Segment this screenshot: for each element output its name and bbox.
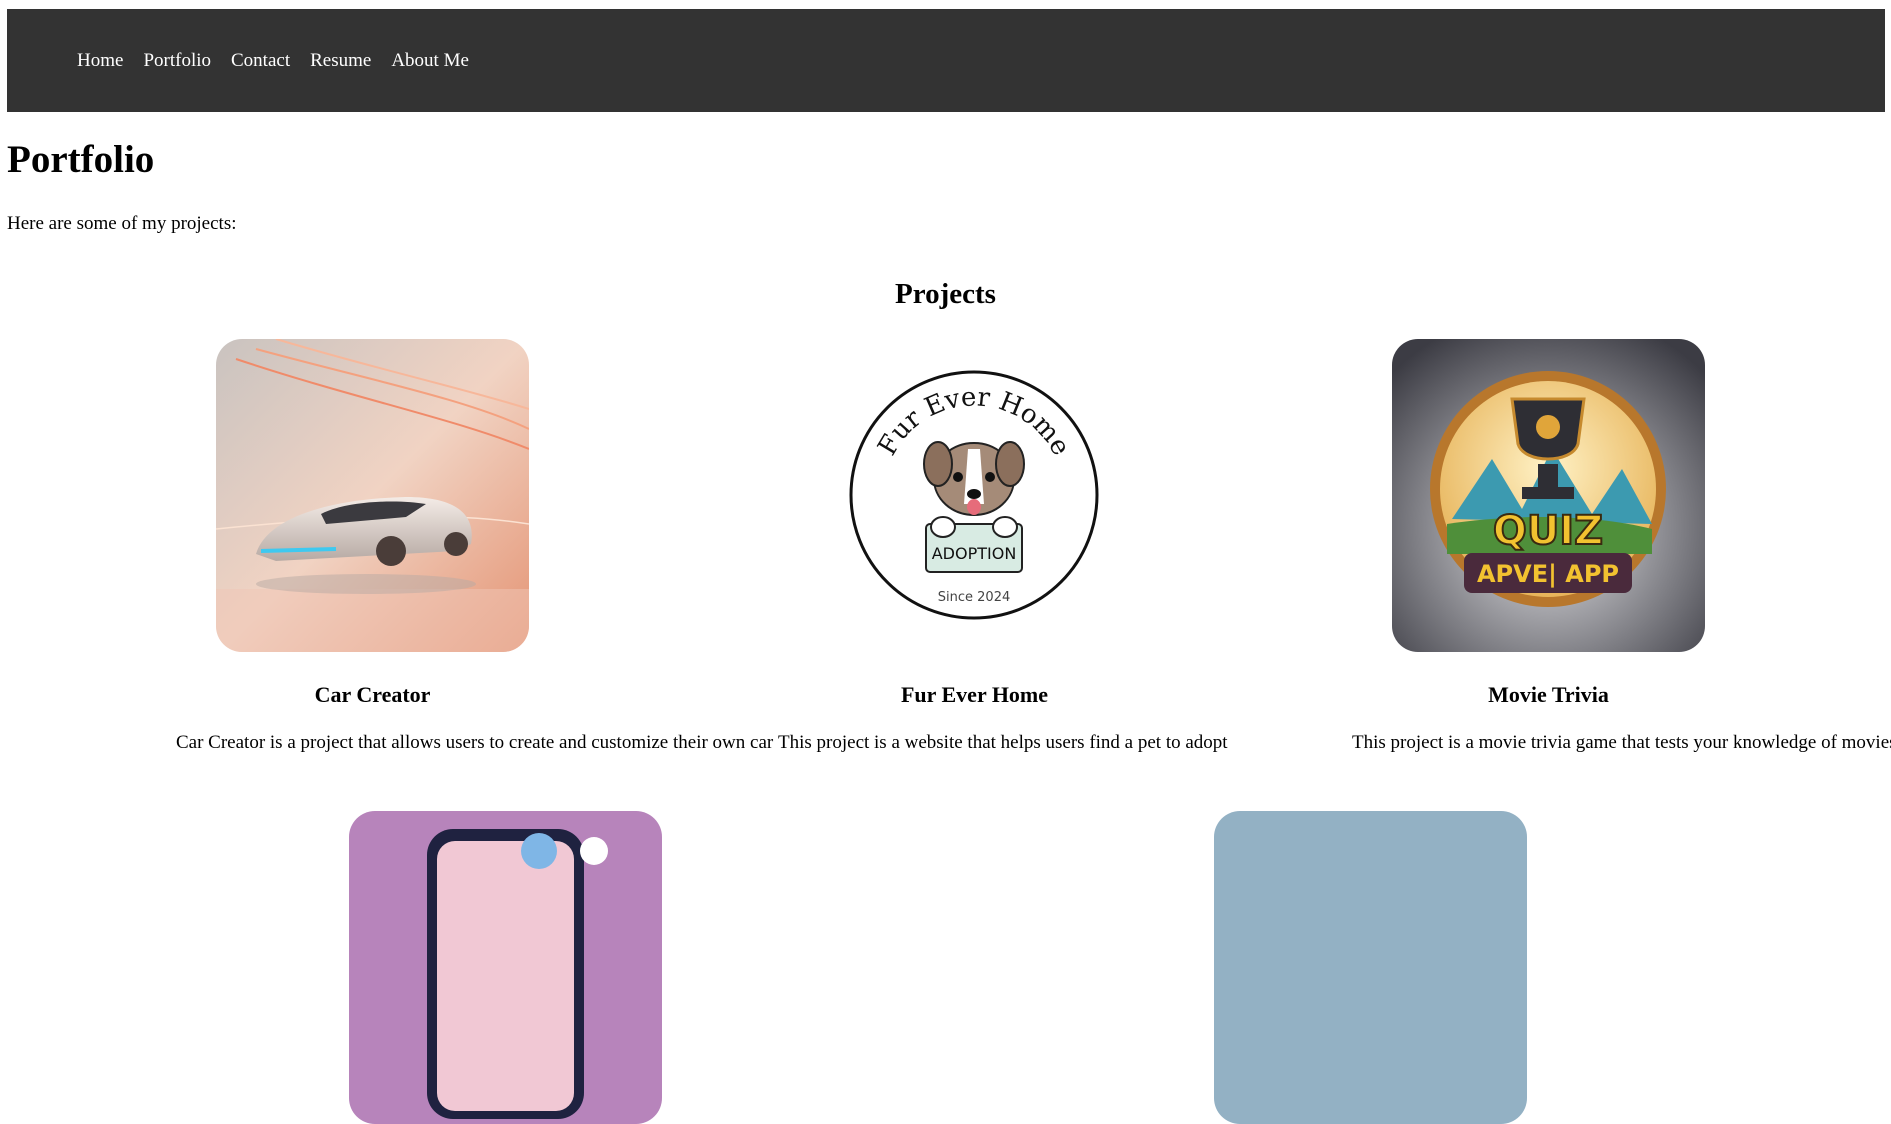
phone-app-image[interactable] xyxy=(349,811,662,1124)
nav-link-about-me[interactable]: About Me xyxy=(391,50,469,72)
nav-link-home[interactable]: Home xyxy=(77,50,123,72)
nav-link-contact[interactable]: Contact xyxy=(231,50,290,72)
project-description: This project is a movie trivia game that… xyxy=(1352,732,1891,753)
project-card-5[interactable] xyxy=(1214,811,1527,1124)
movie-trivia-image[interactable]: QUIZ APVE| APP xyxy=(1392,339,1705,652)
fur-ever-home-logo[interactable]: Fur Ever Home ADOPTION Since 2024 xyxy=(818,339,1131,652)
quiz-logo-text: QUIZ xyxy=(1493,508,1603,554)
project-description: This project is a website that helps use… xyxy=(778,732,1228,753)
project-title: Fur Ever Home xyxy=(900,682,1049,707)
car-creator-image[interactable] xyxy=(216,339,529,652)
project-card-movie-trivia[interactable]: QUIZ APVE| APP Movie Trivia This project… xyxy=(1352,339,1891,779)
project-card-fur-ever-home[interactable]: Fur Ever Home ADOPTION Since 2024 Fur Ev… xyxy=(778,339,1228,779)
project-card-car-creator[interactable]: Car Creator Car Creator is a project tha… xyxy=(176,339,773,779)
project-title: Car Creator xyxy=(314,682,431,707)
navbar: Home Portfolio Contact Resume About Me xyxy=(7,9,1885,112)
nav-link-resume[interactable]: Resume xyxy=(310,50,371,72)
blue-project-image[interactable] xyxy=(1214,811,1527,1124)
project-title: Movie Trivia xyxy=(1488,682,1609,707)
intro-text: Here are some of my projects: xyxy=(7,213,237,234)
logo-since-text: Since 2024 xyxy=(938,590,1010,605)
page-title: Portfolio xyxy=(7,138,155,181)
project-description: Car Creator is a project that allows use… xyxy=(176,732,774,753)
quiz-app-logo-text: APVE| APP xyxy=(1477,560,1619,588)
nav-link-portfolio[interactable]: Portfolio xyxy=(143,50,211,72)
logo-sign-text: ADOPTION xyxy=(932,544,1017,563)
project-card-4[interactable] xyxy=(349,811,662,1124)
nav-list: Home Portfolio Contact Resume About Me xyxy=(77,9,489,112)
projects-heading: Projects xyxy=(895,278,996,310)
